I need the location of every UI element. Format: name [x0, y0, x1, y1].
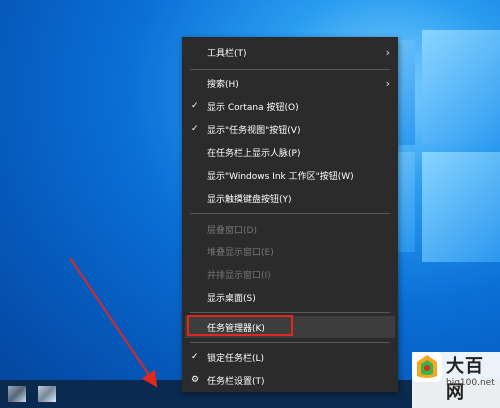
site-logo-icon	[412, 352, 442, 382]
site-watermark: 大百网 big100.net	[412, 352, 500, 408]
watermark-url: big100.net	[446, 378, 495, 388]
annotation-arrow	[69, 257, 158, 388]
